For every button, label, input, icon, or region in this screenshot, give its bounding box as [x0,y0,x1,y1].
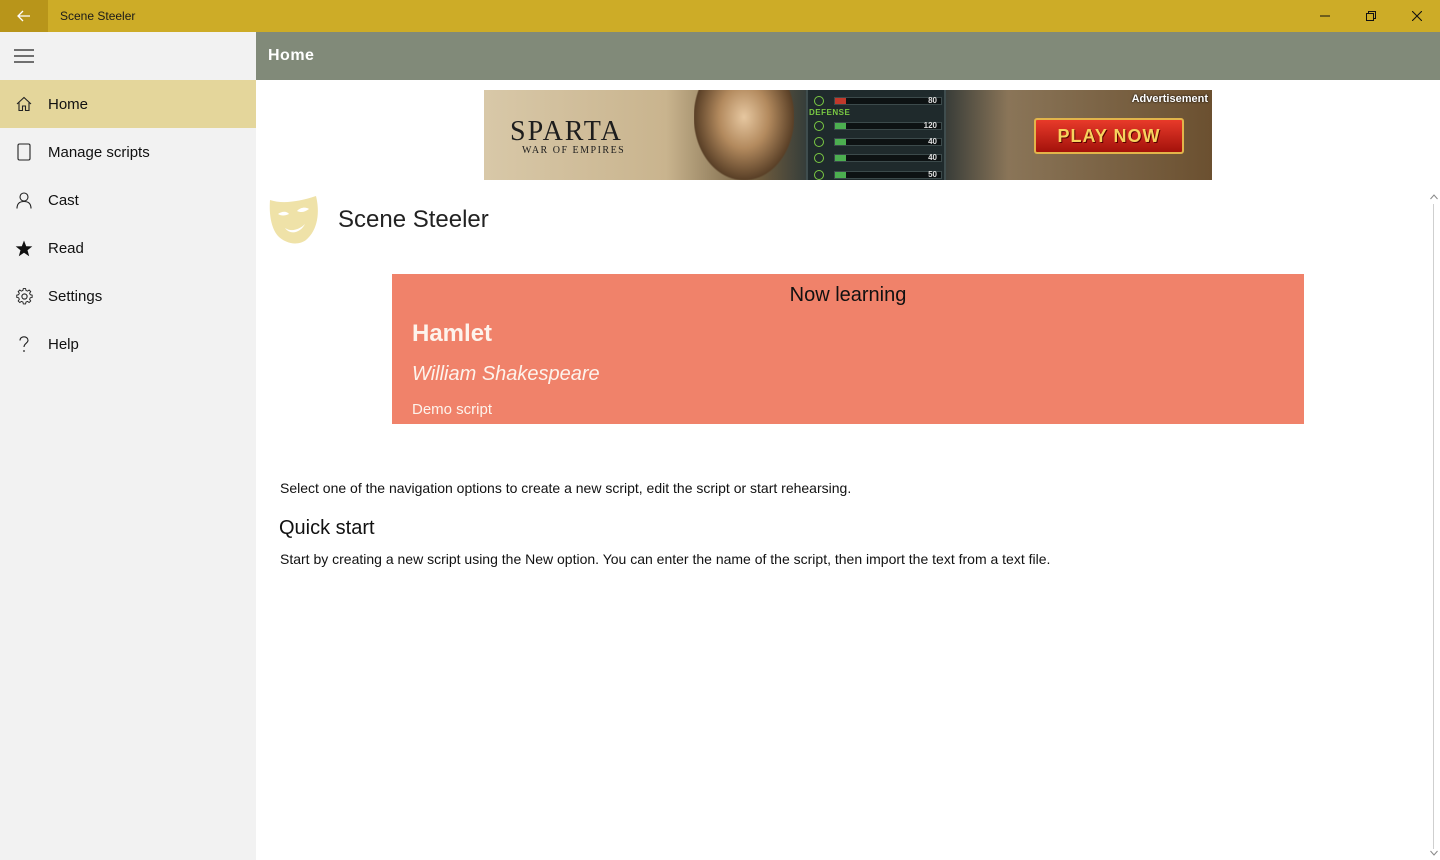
scrollbar-track[interactable] [1433,204,1434,849]
nav-item-label: Manage scripts [48,143,150,161]
ad-stat-row: 40 [814,152,942,163]
minimize-icon [1320,15,1330,17]
navigation-pane: Home Manage scripts Cast Read Settings H [0,32,256,860]
gear-icon [0,272,48,320]
nav-item-cast[interactable]: Cast [0,176,256,224]
nav-item-label: Cast [48,191,79,209]
nav-item-read[interactable]: Read [0,224,256,272]
back-arrow-icon [17,10,30,22]
nav-item-manage-scripts[interactable]: Manage scripts [0,128,256,176]
ad-stat-value: 40 [928,136,937,146]
ad-stat-value: 80 [928,95,937,105]
script-description: Demo script [412,401,493,418]
script-title: Hamlet [412,320,493,347]
shield-icon [814,152,824,163]
script-author: William Shakespeare [412,363,600,385]
ad-stat-value: 50 [928,169,937,179]
theater-mask-icon [269,196,318,244]
star-icon [0,224,48,272]
back-button[interactable] [0,0,48,32]
page-header: Home [256,32,1440,80]
nav-item-label: Home [48,95,89,113]
sword-icon [814,120,824,131]
ad-title: SPARTA [510,116,623,147]
app-name: Scene Steeler [338,206,489,233]
intro-text: Select one of the navigation options to … [280,480,852,496]
quick-start-heading: Quick start [279,517,375,539]
scroll-down-icon[interactable] [1430,850,1438,858]
eye-icon [814,95,824,106]
ad-stats-panel: 80 120 40 40 50 [806,90,946,180]
close-icon [1412,11,1422,21]
ad-subtitle: WAR OF EMPIRES [522,145,626,156]
ad-stat-row: 40 [814,136,942,147]
ad-warrior-image [694,90,794,180]
page-title: Home [268,47,315,64]
play-now-button[interactable]: PLAY NOW [1034,118,1184,154]
ad-stat-heading: DEFENSE [809,108,851,117]
document-icon [0,128,48,176]
restore-icon [1366,11,1376,21]
minimize-button[interactable] [1302,0,1348,32]
hamburger-button[interactable] [0,32,48,80]
ad-label: Advertisement [1131,93,1208,105]
title-bar: Scene Steeler [0,0,1440,32]
home-icon [0,80,48,128]
scroll-up-icon[interactable] [1430,194,1438,202]
window-title: Scene Steeler [60,9,136,23]
helmet-icon [814,136,824,147]
ad-stat-value: 120 [923,120,937,130]
ad-stat-value: 40 [928,152,937,162]
ad-stat-row: 120 [814,120,942,131]
person-icon [0,176,48,224]
quick-start-text: Start by creating a new script using the… [280,551,1051,567]
nav-item-settings[interactable]: Settings [0,272,256,320]
now-learning-card[interactable]: Now learning Hamlet William Shakespeare … [392,274,1304,424]
vertical-scrollbar[interactable] [1428,192,1440,860]
close-button[interactable] [1394,0,1440,32]
nav-item-label: Settings [48,287,103,305]
nav-item-help[interactable]: Help [0,320,256,368]
help-icon [0,320,48,368]
restore-button[interactable] [1348,0,1394,32]
nav-item-home[interactable]: Home [0,80,256,128]
horse-icon [814,169,824,180]
ad-stat-row: 80 [814,95,942,106]
app-branding: Scene Steeler [268,192,489,248]
now-learning-heading: Now learning [789,284,907,306]
ad-stat-row: 50 [814,169,942,180]
advertisement-banner[interactable]: Advertisement SPARTA WAR OF EMPIRES 80 1… [484,90,1212,180]
nav-item-label: Read [48,239,84,257]
hamburger-icon [14,49,34,63]
window-controls [1302,0,1440,32]
nav-item-label: Help [48,335,79,353]
